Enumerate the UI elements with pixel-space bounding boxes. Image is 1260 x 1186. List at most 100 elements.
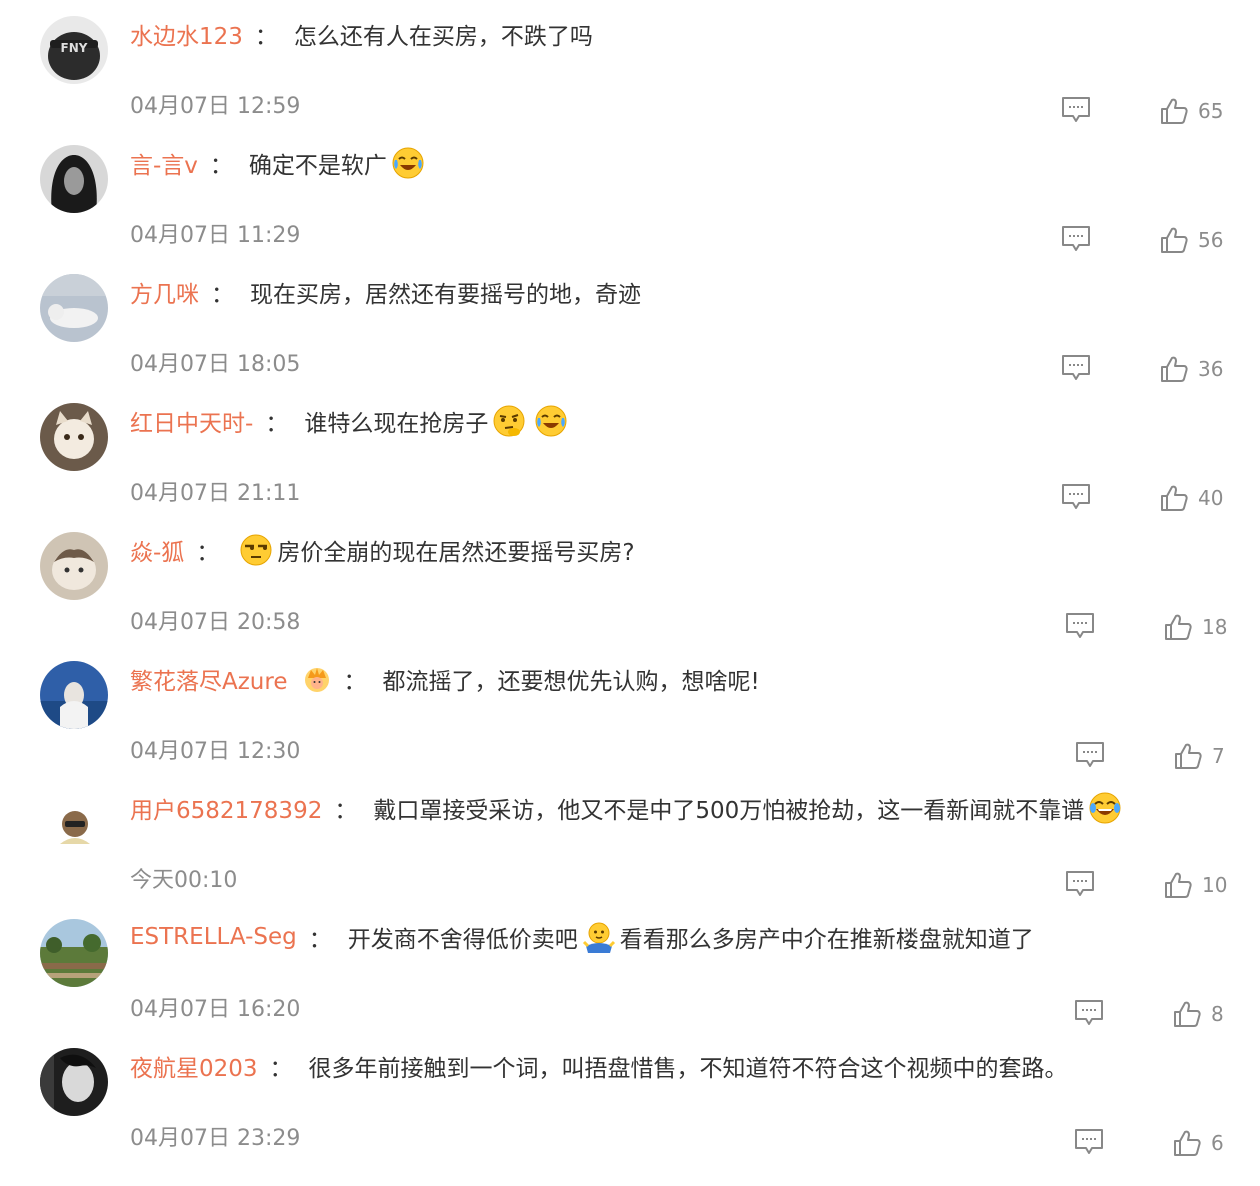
comment-line: 言-言v ： 确定不是软广 xyxy=(130,143,429,183)
comment-timestamp: 04月07日 23:29 xyxy=(130,1126,301,1151)
comment-item: FNY 水边水123 ： 怎么还有人在买房，不跌了吗 04月07日 12:59 … xyxy=(0,0,1260,129)
comment-icon xyxy=(1062,355,1090,380)
avatar[interactable] xyxy=(40,532,108,600)
like-button[interactable]: 56 xyxy=(1160,225,1223,255)
shrug-emoji xyxy=(582,920,616,954)
like-button[interactable]: 6 xyxy=(1173,1128,1224,1158)
comment-line: 夜航星0203 ： 很多年前接触到一个词，叫捂盘惜售，不知道符不符合这个视频中的… xyxy=(130,1046,1068,1086)
thumbs-up-icon xyxy=(1165,872,1192,898)
comment-item: 方几咪 ： 现在买房，居然还有要摇号的地，奇迹 04月07日 18:05 36 xyxy=(0,258,1260,387)
like-count: 6 xyxy=(1211,1131,1224,1155)
like-button[interactable]: 65 xyxy=(1160,96,1223,126)
separator: ： xyxy=(265,411,289,437)
comment-icon xyxy=(1066,613,1094,638)
separator: ： xyxy=(343,669,367,695)
username-link[interactable]: 水边水123 xyxy=(130,17,243,51)
separator: ： xyxy=(211,282,234,308)
comment-timestamp: 04月07日 18:05 xyxy=(130,352,301,377)
crown-badge-icon[interactable] xyxy=(302,664,332,694)
comment-timestamp: 04月07日 12:59 xyxy=(130,94,301,119)
comment-icon xyxy=(1075,1129,1103,1154)
username-link[interactable]: 言-言v xyxy=(130,146,198,180)
username-link[interactable]: 用户6582178392 xyxy=(130,791,322,825)
avatar[interactable] xyxy=(40,661,108,729)
reply-button[interactable] xyxy=(1075,741,1105,769)
comment-timestamp: 04月07日 21:11 xyxy=(130,481,301,506)
comment-line: 用户6582178392 ： 戴口罩接受采访，他又不是中了500万怕被抢劫，这一… xyxy=(130,788,1126,828)
comment-text: 开发商不舍得低价卖吧 xyxy=(347,927,578,953)
like-button[interactable]: 10 xyxy=(1164,870,1227,900)
comment-text: 戴口罩接受采访，他又不是中了500万怕被抢劫，这一看新闻就不靠谱 xyxy=(373,798,1085,824)
like-button[interactable]: 7 xyxy=(1174,741,1225,771)
comment-text: 怎么还有人在买房，不跌了吗 xyxy=(293,24,593,50)
like-count: 36 xyxy=(1198,357,1224,381)
reply-button[interactable] xyxy=(1061,354,1091,382)
thumbs-up-icon xyxy=(1174,1001,1201,1027)
like-button[interactable]: 36 xyxy=(1160,354,1223,384)
comment-icon xyxy=(1066,871,1094,896)
comment-line: 繁花落尽Azure ： 都流摇了，还要想优先认购，想啥呢! xyxy=(130,659,760,699)
like-button[interactable]: 8 xyxy=(1173,999,1224,1029)
reply-button[interactable] xyxy=(1061,225,1091,253)
like-button[interactable]: 40 xyxy=(1160,483,1223,513)
separator: ： xyxy=(196,540,220,566)
side-eye-emoji xyxy=(239,533,273,567)
laugh-cry-emoji xyxy=(391,146,425,180)
reply-button[interactable] xyxy=(1061,96,1091,124)
username-link[interactable]: 繁花落尽Azure xyxy=(130,662,288,696)
username-link[interactable]: 方几咪 xyxy=(130,275,199,309)
username-link[interactable]: 红日中天时- xyxy=(130,404,253,438)
comment-text: 确定不是软广 xyxy=(248,153,387,179)
reply-button[interactable] xyxy=(1074,1128,1104,1156)
comment-item: 言-言v ： 确定不是软广 04月07日 11:29 56 xyxy=(0,129,1260,258)
comment-text: 很多年前接触到一个词，叫捂盘惜售，不知道符不符合这个视频中的套路。 xyxy=(308,1056,1068,1082)
username-link[interactable]: 夜航星0203 xyxy=(130,1049,258,1083)
comment-item: 焱-狐 ： 房价全崩的现在居然还要摇号买房? 04月07日 20:58 18 xyxy=(0,516,1260,645)
like-count: 56 xyxy=(1198,228,1224,252)
avatar[interactable] xyxy=(40,274,108,342)
comment-icon xyxy=(1062,226,1090,251)
thinking-emoji xyxy=(492,404,526,438)
like-count: 10 xyxy=(1202,873,1228,897)
like-count: 65 xyxy=(1198,99,1224,123)
reply-button[interactable] xyxy=(1061,483,1091,511)
separator: ： xyxy=(308,927,332,953)
username-link[interactable]: 焱-狐 xyxy=(130,533,184,567)
svg-text:FNY: FNY xyxy=(61,41,88,55)
thumbs-up-icon xyxy=(1165,614,1192,640)
like-count: 8 xyxy=(1211,1002,1224,1026)
reply-button[interactable] xyxy=(1074,999,1104,1027)
comment-timestamp: 04月07日 20:58 xyxy=(130,610,301,635)
avatar[interactable] xyxy=(40,1048,108,1116)
like-button[interactable]: 18 xyxy=(1164,612,1227,642)
comment-item: 用户6582178392 ： 戴口罩接受采访，他又不是中了500万怕被抢劫，这一… xyxy=(0,774,1260,903)
username-link[interactable]: ESTRELLA-Seg xyxy=(130,924,297,950)
avatar[interactable] xyxy=(40,145,108,213)
comment-text: 都流摇了，还要想优先认购，想啥呢! xyxy=(382,669,760,695)
reply-button[interactable] xyxy=(1065,870,1095,898)
comment-icon xyxy=(1062,484,1090,509)
comment-item: 夜航星0203 ： 很多年前接触到一个词，叫捂盘惜售，不知道符不符合这个视频中的… xyxy=(0,1032,1260,1161)
comment-list: FNY 水边水123 ： 怎么还有人在买房，不跌了吗 04月07日 12:59 … xyxy=(0,0,1260,1186)
separator: ： xyxy=(334,798,358,824)
thumbs-up-icon xyxy=(1161,356,1188,382)
comment-timestamp: 04月07日 16:20 xyxy=(130,997,301,1022)
comment-text: 谁特么现在抢房子 xyxy=(304,411,489,437)
thumbs-up-icon xyxy=(1161,227,1188,253)
comment-line: 方几咪 ： 现在买房，居然还有要摇号的地，奇迹 xyxy=(130,272,641,312)
avatar[interactable] xyxy=(40,403,108,471)
thumbs-up-icon xyxy=(1175,743,1202,769)
comment-text: 现在买房，居然还有要摇号的地，奇迹 xyxy=(250,282,641,308)
comment-timestamp: 04月07日 11:29 xyxy=(130,223,301,248)
avatar[interactable] xyxy=(40,919,108,987)
thumbs-up-icon xyxy=(1174,1130,1201,1156)
separator: ： xyxy=(269,1056,293,1082)
avatar[interactable] xyxy=(52,800,98,846)
comment-line: ESTRELLA-Seg ： 开发商不舍得低价卖吧 看看那么多房产中介在推新楼盘… xyxy=(130,917,1034,957)
like-count: 18 xyxy=(1202,615,1228,639)
reply-button[interactable] xyxy=(1065,612,1095,640)
avatar[interactable]: FNY xyxy=(40,16,108,84)
comment-item: 红日中天时- ： 谁特么现在抢房子 04月07日 21:11 40 xyxy=(0,387,1260,516)
separator: ： xyxy=(254,24,278,50)
comment-timestamp: 04月07日 12:30 xyxy=(130,739,301,764)
